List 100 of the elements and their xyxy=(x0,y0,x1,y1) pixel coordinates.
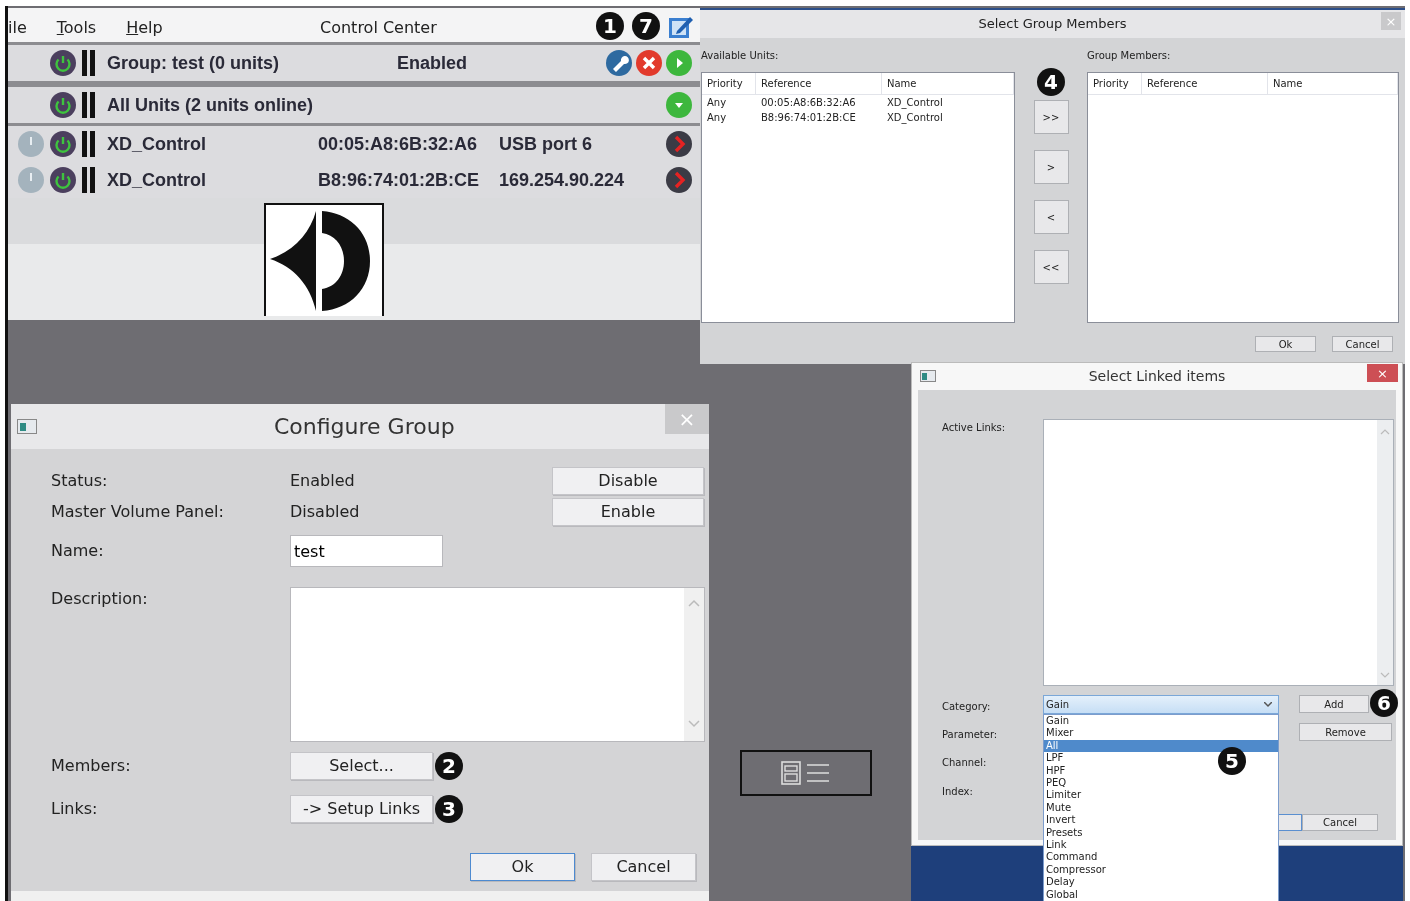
unit-connection: 169.254.90.224 xyxy=(499,168,625,192)
unit-name: XD_Control xyxy=(107,132,207,156)
dropdown-option[interactable]: Mute xyxy=(1044,801,1072,815)
power-icon[interactable] xyxy=(50,50,76,76)
field-label: Name: xyxy=(51,540,105,562)
dialog-button[interactable]: Ok xyxy=(470,853,575,881)
column-header[interactable]: Reference xyxy=(1142,73,1268,94)
column-header[interactable]: Name xyxy=(882,73,1014,94)
field-label: Channel: xyxy=(942,756,987,770)
field-value: Disabled xyxy=(290,500,361,523)
dropdown-option[interactable]: Presets xyxy=(1044,826,1083,840)
power-icon[interactable] xyxy=(50,131,76,157)
power-icon[interactable] xyxy=(50,167,76,193)
status-button[interactable]: Disable xyxy=(552,466,704,495)
name-field[interactable]: test xyxy=(290,535,443,567)
remove-button[interactable]: Remove xyxy=(1299,723,1392,741)
dropdown-option[interactable]: Gain xyxy=(1044,715,1069,728)
caret-icon xyxy=(1264,701,1272,708)
chevron-icon[interactable] xyxy=(666,167,692,193)
dialog-button[interactable]: Cancel xyxy=(1332,336,1393,352)
column-header[interactable]: Priority xyxy=(702,73,756,94)
wrench-icon[interactable] xyxy=(606,50,632,76)
section-label: Group Members: xyxy=(1087,49,1172,63)
group-name: Group: test (0 units) xyxy=(107,51,280,75)
window-title: Select Group Members xyxy=(978,15,1127,34)
field-label: Index: xyxy=(942,785,973,799)
dropdown-option[interactable]: Global xyxy=(1044,888,1078,901)
callout-number: 6 xyxy=(1370,689,1398,717)
callout-number: 3 xyxy=(435,795,463,823)
dropdown-option[interactable]: Invert xyxy=(1044,814,1076,827)
pause-icon[interactable] xyxy=(82,131,95,157)
window-title: Configure Group xyxy=(274,413,455,441)
move-button[interactable]: < xyxy=(1033,200,1069,234)
window-title: Control Center xyxy=(320,17,437,39)
window-icon xyxy=(920,370,936,382)
chevron-icon[interactable] xyxy=(666,131,692,157)
dropdown-option[interactable]: Limiter xyxy=(1044,789,1082,802)
dialog-button[interactable]: Ok xyxy=(1255,336,1316,352)
table-cell-text: XD_Control xyxy=(886,96,943,110)
play-icon[interactable] xyxy=(666,50,692,76)
close-icon[interactable] xyxy=(636,50,662,76)
pause-icon[interactable] xyxy=(82,92,95,118)
column-header[interactable]: Priority xyxy=(1088,73,1142,94)
menu-item[interactable]: ile xyxy=(8,16,27,40)
add-button[interactable]: Add xyxy=(1299,695,1369,713)
column-header[interactable]: Name xyxy=(1268,73,1398,94)
select-button[interactable]: Select... xyxy=(290,752,433,780)
description-field[interactable] xyxy=(290,587,705,742)
table-cell-text: 00:05:A8:6B:32:A6 xyxy=(760,96,857,110)
window-icon xyxy=(17,419,37,434)
unit-mac: B8:96:74:01:2B:CE xyxy=(318,168,481,192)
dropdown-option[interactable]: PEQ xyxy=(1044,777,1067,790)
window-title: Select Linked items xyxy=(1088,367,1226,386)
dropdown-option[interactable]: Compressor xyxy=(1044,863,1106,877)
all-units-label: All Units (2 units online) xyxy=(107,93,313,117)
scrollbar-drawing[interactable] xyxy=(1377,420,1393,685)
move-button[interactable]: << xyxy=(1033,250,1069,284)
power-icon[interactable] xyxy=(50,92,76,118)
move-button[interactable]: >> xyxy=(1033,100,1069,134)
dropdown-option[interactable]: Delay xyxy=(1044,876,1075,889)
field-label: Master Volume Panel: xyxy=(51,500,225,523)
column-header[interactable]: Reference xyxy=(756,73,882,94)
dropdown-option[interactable]: All xyxy=(1044,739,1278,753)
scrollbar-drawing[interactable] xyxy=(684,588,704,741)
table-cell-text: B8:96:74:01:2B:CE xyxy=(760,111,857,125)
group-status: Enabled xyxy=(397,51,467,75)
callout-number: 7 xyxy=(632,12,660,40)
pause-icon[interactable] xyxy=(82,167,95,193)
list-view-icon[interactable] xyxy=(781,761,831,785)
field-label: Links: xyxy=(51,798,99,820)
dropdown-option[interactable]: Command xyxy=(1044,851,1098,864)
field-label: Parameter: xyxy=(942,728,998,742)
field-label: Description: xyxy=(51,588,149,610)
setup-links-button[interactable]: -> Setup Links xyxy=(290,795,433,823)
table-cell-text: Any xyxy=(706,111,728,125)
callout-number: 1 xyxy=(596,12,624,40)
table-cell-text: Any xyxy=(706,96,728,110)
dropdown-option[interactable]: Mixer xyxy=(1044,727,1074,740)
field-value: Enabled xyxy=(290,469,356,492)
unit-mac: 00:05:A8:6B:32:A6 xyxy=(318,132,479,156)
ok-button[interactable] xyxy=(1279,814,1302,831)
menu-item[interactable]: Tools xyxy=(56,16,97,40)
menu-item[interactable]: Help xyxy=(126,16,163,40)
section-label: Available Units: xyxy=(701,49,780,63)
move-button[interactable]: > xyxy=(1033,150,1069,184)
category-dropdown[interactable]: Gain xyxy=(1043,695,1279,714)
dropdown-option[interactable]: HPF xyxy=(1044,764,1066,778)
unit-name: XD_Control xyxy=(107,168,207,192)
callout-number: 4 xyxy=(1037,68,1065,96)
dialog-button[interactable]: Cancel xyxy=(591,853,696,881)
dropdown-option[interactable]: LPF xyxy=(1044,752,1064,765)
dropdown-option[interactable]: Link xyxy=(1044,839,1067,852)
status-button[interactable]: Enable xyxy=(552,497,704,526)
field-label: Active Links: xyxy=(942,421,1006,435)
pause-icon[interactable] xyxy=(82,50,95,76)
close-button[interactable]: × xyxy=(1367,364,1398,382)
cancel-button[interactable]: Cancel xyxy=(1302,814,1378,831)
callout-number: 2 xyxy=(435,752,463,780)
field-label: Category: xyxy=(942,700,991,714)
field-label: Status: xyxy=(51,469,109,492)
